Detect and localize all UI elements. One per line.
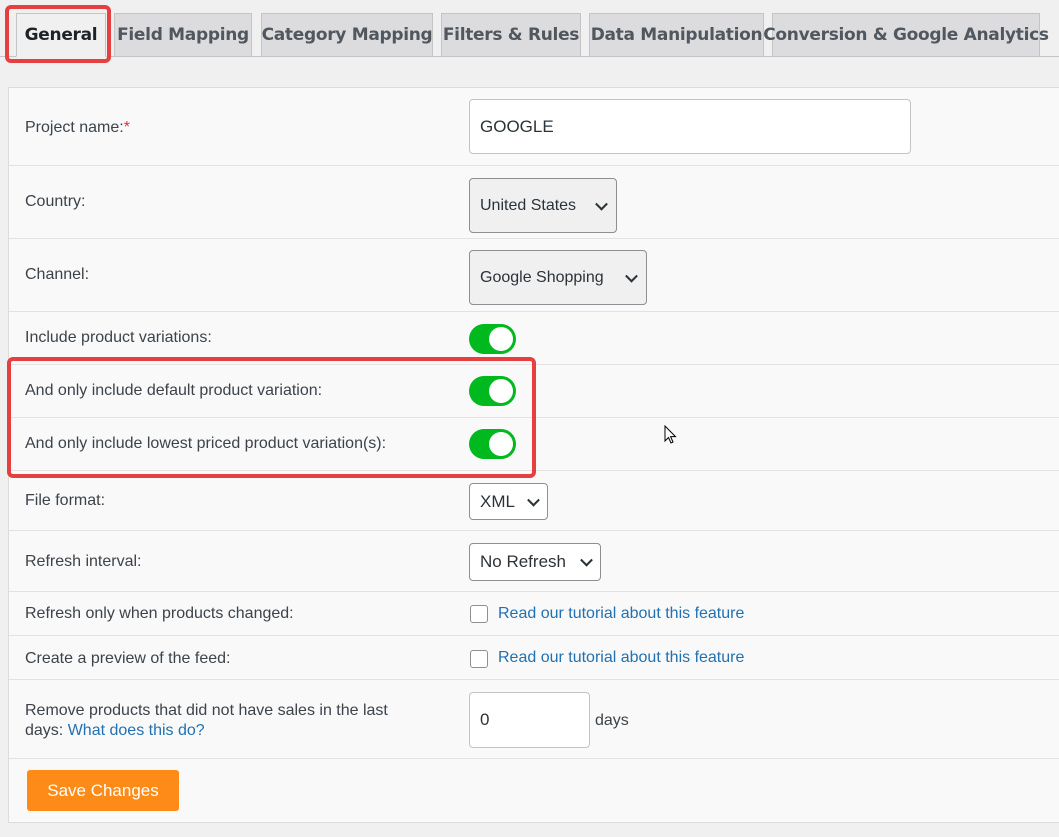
save-changes-button[interactable]: Save Changes bbox=[27, 770, 179, 811]
remove-products-label: Remove products that did not have sales … bbox=[25, 702, 388, 739]
refresh-changed-label: Refresh only when products changed: bbox=[25, 605, 294, 622]
refresh-changed-checkbox[interactable] bbox=[470, 605, 488, 623]
preview-tutorial-link[interactable]: Read our tutorial about this feature bbox=[498, 649, 744, 667]
row-lowest-priced: And only include lowest priced product v… bbox=[9, 418, 1059, 471]
tab-data-manipulation[interactable]: Data Manipulation bbox=[589, 13, 764, 57]
row-refresh-changed: Refresh only when products changed: Read… bbox=[9, 592, 1059, 636]
row-channel: Channel: Google Shopping bbox=[9, 239, 1059, 312]
default-variation-toggle[interactable] bbox=[469, 376, 516, 406]
preview-label: Create a preview of the feed: bbox=[25, 650, 231, 667]
preview-checkbox[interactable] bbox=[470, 650, 488, 668]
project-name-input[interactable]: GOOGLE bbox=[469, 99, 911, 154]
chevron-down-icon bbox=[527, 493, 540, 507]
refresh-changed-tutorial-link[interactable]: Read our tutorial about this feature bbox=[498, 605, 744, 623]
toggle-knob bbox=[489, 432, 513, 456]
channel-select[interactable]: Google Shopping bbox=[469, 250, 647, 305]
country-label: Country: bbox=[25, 193, 86, 210]
tab-general[interactable]: General bbox=[16, 13, 106, 57]
country-select[interactable]: United States bbox=[469, 178, 617, 233]
project-name-label: Project name:* bbox=[25, 119, 130, 136]
row-country: Country: United States bbox=[9, 166, 1059, 239]
tab-bar: General Field Mapping Category Mapping F… bbox=[0, 0, 1059, 58]
refresh-interval-label: Refresh interval: bbox=[25, 553, 142, 570]
channel-label: Channel: bbox=[25, 266, 90, 283]
row-file-format: File format: XML bbox=[9, 471, 1059, 531]
row-include-variations: Include product variations: bbox=[9, 312, 1059, 365]
tab-field-mapping[interactable]: Field Mapping bbox=[114, 13, 252, 57]
include-variations-label: Include product variations: bbox=[25, 329, 212, 346]
toggle-knob bbox=[489, 327, 513, 351]
lowest-priced-label: And only include lowest priced product v… bbox=[25, 435, 387, 452]
tab-filters-rules[interactable]: Filters & Rules bbox=[441, 13, 581, 57]
row-refresh-interval: Refresh interval: No Refresh bbox=[9, 531, 1059, 592]
what-does-this-do-link[interactable]: What does this do? bbox=[68, 722, 205, 739]
row-project-name: Project name:* GOOGLE bbox=[9, 88, 1059, 166]
refresh-interval-select[interactable]: No Refresh bbox=[469, 543, 601, 581]
mouse-cursor-icon bbox=[664, 425, 677, 444]
general-settings-panel: Project name:* GOOGLE Country: United St… bbox=[8, 87, 1059, 823]
toggle-knob bbox=[489, 379, 513, 403]
chevron-down-icon bbox=[580, 553, 593, 567]
file-format-label: File format: bbox=[25, 492, 106, 509]
row-preview: Create a preview of the feed: Read our t… bbox=[9, 636, 1059, 680]
lowest-priced-toggle[interactable] bbox=[469, 429, 516, 459]
tab-category-mapping[interactable]: Category Mapping bbox=[261, 13, 433, 57]
remove-days-input[interactable]: 0 bbox=[469, 692, 590, 748]
tab-conversion-google-analytics[interactable]: Conversion & Google Analytics bbox=[763, 13, 1049, 57]
file-format-value: XML bbox=[480, 491, 515, 511]
default-variation-label: And only include default product variati… bbox=[25, 382, 323, 399]
chevron-down-icon bbox=[625, 269, 638, 283]
required-mark: * bbox=[123, 119, 130, 136]
include-variations-toggle[interactable] bbox=[469, 324, 516, 354]
chevron-down-icon bbox=[595, 197, 608, 211]
days-unit-label: days bbox=[595, 712, 629, 729]
row-remove-products: Remove products that did not have sales … bbox=[9, 680, 1059, 759]
refresh-interval-value: No Refresh bbox=[480, 552, 566, 571]
country-select-value: United States bbox=[480, 196, 577, 214]
row-default-variation: And only include default product variati… bbox=[9, 365, 1059, 418]
channel-select-value: Google Shopping bbox=[480, 268, 604, 286]
file-format-select[interactable]: XML bbox=[469, 483, 548, 520]
